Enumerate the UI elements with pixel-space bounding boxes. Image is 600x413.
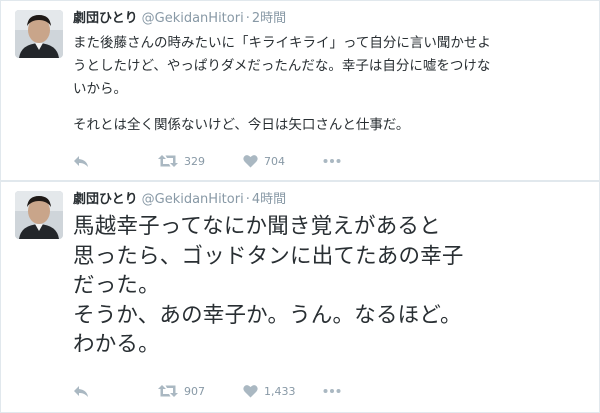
retweet-button[interactable]: 907 — [158, 381, 243, 401]
tweet-line: だった。 — [73, 273, 160, 298]
tweet-2: 劇団ひとり @GekidanHitori · 4時間 馬越幸子ってなにか聞き覚えがある… — [0, 181, 600, 413]
reply-arrow-icon — [74, 386, 88, 397]
separator-dot: · — [245, 11, 250, 26]
more-button[interactable] — [323, 151, 341, 171]
avatar[interactable] — [15, 10, 63, 58]
avatar[interactable] — [15, 191, 63, 239]
reply-button[interactable] — [73, 151, 158, 171]
tweet-line: それとは全く関係ないけど、今日は矢口さんと仕事だ。 — [73, 117, 410, 133]
tweet-time[interactable]: 2時間 — [252, 11, 286, 26]
author-handle[interactable]: @GekidanHitori — [142, 11, 244, 26]
retweet-icon — [158, 385, 178, 397]
like-count: 704 — [264, 154, 285, 168]
tweet-line: また後藤さんの時みたいに「キライキライ」って自分に言い聞かせよ — [73, 35, 491, 51]
tweet-line: わかる。 — [73, 332, 160, 357]
like-button[interactable]: 1,433 — [243, 381, 323, 401]
retweet-count: 329 — [184, 154, 205, 168]
tweet-line: 思ったら、ゴッドタンに出てたあの幸子 — [73, 243, 464, 269]
reply-button[interactable] — [73, 381, 158, 401]
retweet-icon — [158, 155, 178, 167]
separator-dot: · — [245, 192, 250, 207]
more-dots-icon — [323, 389, 341, 393]
tweet-line: うとしたけど、やっぱりダメだったんだな。幸子は自分に嘘をつけな — [73, 58, 491, 74]
like-count: 1,433 — [264, 384, 296, 398]
tweet-actions: 329 704 — [73, 151, 341, 171]
author-handle[interactable]: @GekidanHitori — [142, 192, 244, 207]
more-button[interactable] — [323, 381, 341, 401]
retweet-count: 907 — [184, 384, 205, 398]
author-name[interactable]: 劇団ひとり — [73, 192, 138, 207]
author-name[interactable]: 劇団ひとり — [73, 11, 138, 26]
tweet-header: 劇団ひとり @GekidanHitori · 4時間 — [73, 191, 286, 209]
tweet-line: 馬越幸子ってなにか聞き覚えがあると — [73, 214, 441, 239]
tweet-text: また後藤さんの時みたいに「キライキライ」って自分に言い聞かせよ うとしたけど、や… — [73, 32, 591, 137]
tweet-actions: 907 1,433 — [73, 381, 341, 401]
tweet-text: 馬越幸子ってなにか聞き覚えがあると 思ったら、ゴッドタンに出てたあの幸子 だった… — [73, 212, 593, 360]
heart-icon — [243, 385, 258, 398]
avatar-portrait-icon — [15, 10, 63, 58]
like-button[interactable]: 704 — [243, 151, 323, 171]
tweet-time[interactable]: 4時間 — [252, 192, 286, 207]
reply-arrow-icon — [74, 156, 88, 167]
retweet-button[interactable]: 329 — [158, 151, 243, 171]
tweet-header: 劇団ひとり @GekidanHitori · 2時間 — [73, 10, 286, 28]
more-dots-icon — [323, 159, 341, 163]
heart-icon — [243, 155, 258, 168]
tweet-line: いから。 — [73, 81, 127, 97]
tweet-1: 劇団ひとり @GekidanHitori · 2時間 また後藤さんの時みたいに「キライ… — [0, 0, 600, 181]
tweet-line: そうか、あの幸子か。うん。なるほど。 — [73, 302, 462, 328]
avatar-portrait-icon — [15, 191, 63, 239]
